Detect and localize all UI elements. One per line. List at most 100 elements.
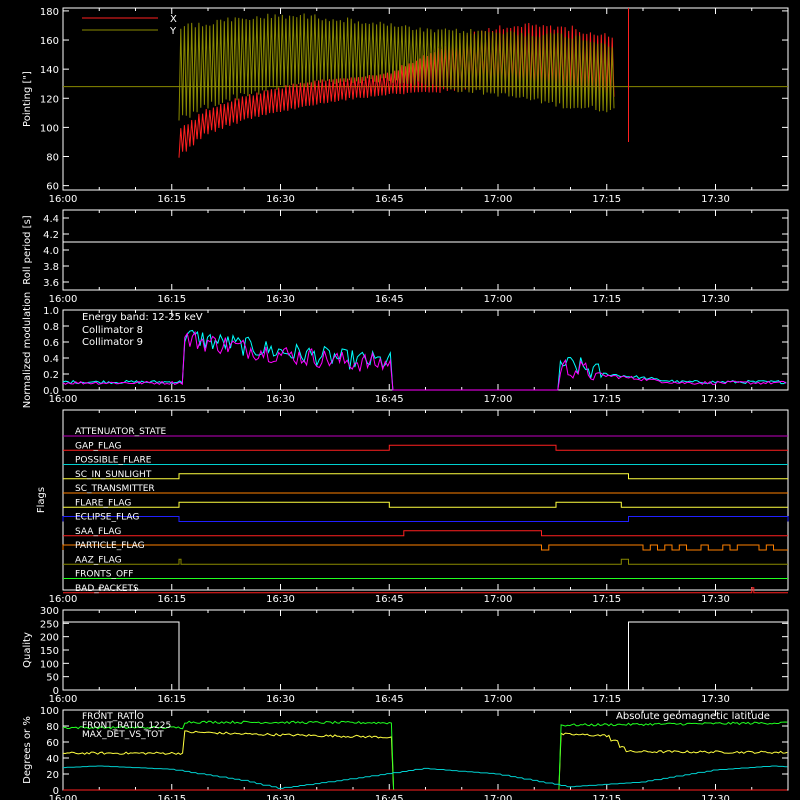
flag-label: POSSIBLE_FLARE <box>75 456 152 466</box>
y-tick-label: 100 <box>40 706 59 717</box>
y-axis-label: Normalized modulation <box>22 292 33 409</box>
y-tick-label: 0 <box>53 786 59 797</box>
x-tick-label: 16:45 <box>375 194 404 205</box>
x-tick-label: 16:30 <box>266 294 295 305</box>
x-tick-label: 16:45 <box>375 694 404 705</box>
legend-label: Absolute geomagnetic latitude <box>616 711 770 722</box>
legend-label: X <box>170 14 177 25</box>
flag-sc-in-sunlight-line <box>63 473 788 480</box>
y-tick-label: 20 <box>46 770 59 781</box>
panel-1-frame <box>62 209 789 291</box>
flag-label: GAP_FLAG <box>75 441 121 451</box>
y-tick-label: 250 <box>40 619 59 630</box>
x-tick-label: 16:45 <box>375 594 404 605</box>
y-axis-label: Roll period [s] <box>22 215 33 284</box>
x-tick-label: 16:00 <box>49 294 78 305</box>
y-tick-label: 140 <box>40 65 59 76</box>
y-tick-label: 80 <box>46 722 59 733</box>
panel-5-frame <box>62 709 789 791</box>
x-tick-label: 17:15 <box>592 294 621 305</box>
y-axis-label: Degrees or % <box>22 716 33 784</box>
x-tick-label: 17:00 <box>484 594 513 605</box>
flag-label: SC_IN_SUNLIGHT <box>75 470 152 480</box>
y-tick-label: 160 <box>40 36 59 47</box>
flag-label: ECLIPSE_FLAG <box>75 513 139 523</box>
x-tick-label: 17:00 <box>484 394 513 405</box>
flag-label: AAZ_FLAG <box>75 555 122 565</box>
x-tick-label: 16:15 <box>157 594 186 605</box>
flag-particle-flag-line <box>62 544 788 551</box>
series-front-ratio-line <box>62 730 788 791</box>
x-tick-label: 17:00 <box>484 794 513 800</box>
y-tick-label: 0.8 <box>43 322 59 333</box>
chart-figure: 16:00 16:15 16:30 16:45 17:00 17:15 17:30 60 80 1… <box>22 7 789 800</box>
flag-eclipse-flag-line <box>62 516 789 523</box>
y-axis-label: Quality <box>22 632 33 668</box>
y-tick-label: 60 <box>46 182 59 193</box>
x-tick-label: 17:30 <box>701 594 730 605</box>
y-tick-label: 0 <box>53 686 59 697</box>
series-collimator-8-line <box>62 329 787 391</box>
x-tick-label: 17:00 <box>484 294 513 305</box>
x-tick-label: 16:30 <box>266 394 295 405</box>
legend-label: Y <box>169 26 177 37</box>
y-tick-label: 300 <box>40 606 59 617</box>
x-tick-label: 17:15 <box>592 694 621 705</box>
y-tick-label: 100 <box>40 123 59 134</box>
y-tick-label: 100 <box>40 659 59 670</box>
panel-3-frame <box>62 409 789 591</box>
series-front-ratio-1225-line <box>62 720 788 791</box>
x-tick-label: 17:00 <box>484 194 513 205</box>
legend-label: MAX_DET_VS_TOT <box>82 730 164 740</box>
y-tick-label: 180 <box>40 7 59 18</box>
y-tick-label: 0.4 <box>43 354 59 365</box>
y-axis-label: Flags <box>36 487 47 513</box>
x-tick-label: 16:15 <box>157 794 186 800</box>
flag-label: BAD_PACKETS <box>75 584 139 594</box>
series-y-line <box>178 13 615 121</box>
x-tick-label: 16:00 <box>49 194 78 205</box>
y-tick-label: 0.2 <box>43 370 59 381</box>
y-tick-label: 4.0 <box>43 246 59 257</box>
y-tick-label: 4.2 <box>43 230 59 241</box>
x-tick-label: 17:15 <box>592 394 621 405</box>
flag-label: ATTENUATOR_STATE <box>75 427 167 437</box>
quality-line <box>63 621 788 691</box>
x-tick-label: 16:30 <box>266 794 295 800</box>
x-tick-label: 16:00 <box>49 594 78 605</box>
flag-saa-flag-line <box>63 530 788 537</box>
y-tick-label: 60 <box>46 738 59 749</box>
x-tick-label: 16:30 <box>266 194 295 205</box>
x-tick-label: 17:30 <box>701 394 730 405</box>
y-tick-label: 0.0 <box>43 386 59 397</box>
x-tick-label: 17:30 <box>701 794 730 800</box>
y-axis-label: Pointing ["] <box>22 71 33 127</box>
x-tick-label: 17:00 <box>484 694 513 705</box>
x-tick-label: 16:45 <box>375 394 404 405</box>
flag-label: PARTICLE_FLAG <box>75 541 145 551</box>
y-tick-label: 120 <box>40 94 59 105</box>
flag-label: FRONTS_OFF <box>75 570 133 580</box>
y-tick-label: 4.4 <box>43 214 59 225</box>
x-tick-label: 17:15 <box>592 794 621 800</box>
x-tick-label: 16:30 <box>266 594 295 605</box>
x-tick-label: 17:30 <box>701 694 730 705</box>
legend-label: Collimator 9 <box>82 337 143 348</box>
y-tick-label: 40 <box>46 754 59 765</box>
y-tick-label: 150 <box>40 646 59 657</box>
flag-label: FLARE_FLAG <box>75 498 131 508</box>
y-tick-label: 50 <box>46 673 59 684</box>
energy-band-annotation: Energy band: 12-25 keV <box>82 312 203 323</box>
y-tick-label: 0.6 <box>43 338 59 349</box>
x-tick-label: 16:15 <box>157 394 186 405</box>
y-tick-label: 3.8 <box>43 262 59 273</box>
x-tick-label: 17:15 <box>592 194 621 205</box>
x-tick-label: 16:30 <box>266 694 295 705</box>
y-tick-label: 80 <box>46 153 59 164</box>
flag-label: SC_TRANSMITTER <box>75 484 155 494</box>
flag-gap-flag-line <box>63 444 788 451</box>
y-tick-label: 200 <box>40 633 59 644</box>
y-tick-label: 1.0 <box>43 306 59 317</box>
flag-label: SAA_FLAG <box>75 527 121 537</box>
x-tick-label: 16:45 <box>375 794 404 800</box>
